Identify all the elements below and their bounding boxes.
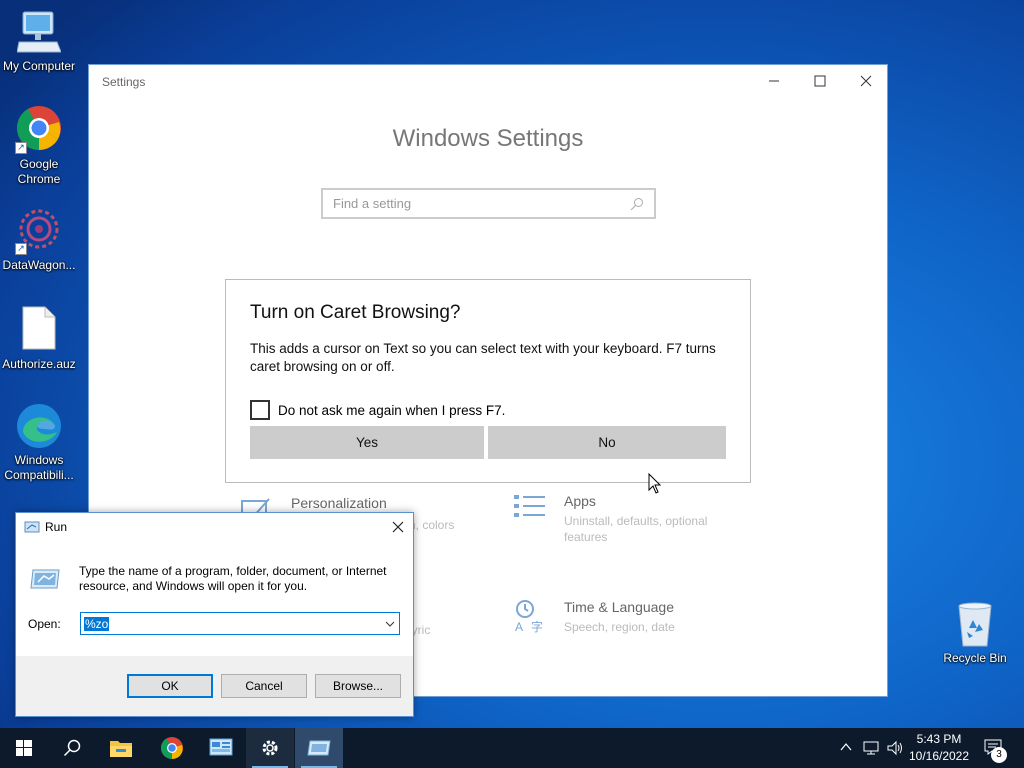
clock-date: 10/16/2022: [908, 749, 970, 763]
tile-title: Time & Language: [564, 599, 674, 615]
cancel-button[interactable]: Cancel: [221, 674, 307, 698]
computer-icon: [17, 11, 61, 53]
close-icon: [860, 75, 872, 87]
tile-title: Apps: [564, 493, 596, 509]
no-button[interactable]: No: [488, 426, 726, 459]
run-title: Run: [45, 520, 68, 534]
maximize-icon: [814, 75, 826, 87]
chevron-down-icon[interactable]: [385, 620, 395, 628]
chrome-icon: [161, 737, 183, 759]
settings-window-title: Settings: [102, 75, 146, 89]
minimize-button[interactable]: [751, 65, 797, 97]
open-input-value[interactable]: %zo: [84, 616, 110, 631]
volume-icon[interactable]: [886, 740, 904, 756]
desktop-icon-google-chrome[interactable]: ↗ Google Chrome: [0, 104, 78, 187]
shortcut-arrow-icon: ↗: [15, 243, 27, 255]
desktop-icon-windows-compatibility[interactable]: Windows Compatibili...: [0, 402, 78, 483]
page-title: Windows Settings: [392, 125, 584, 152]
file-icon: [22, 306, 56, 350]
settings-gear-icon: [262, 740, 278, 756]
file-explorer-icon: [110, 741, 132, 757]
tile-subtitle: Speech, region, date: [564, 620, 675, 634]
open-combobox[interactable]: %zo: [80, 612, 400, 635]
notification-badge: 3: [991, 747, 1007, 763]
tile-subtitle-fragment: n, colors: [409, 518, 455, 532]
browse-button[interactable]: Browse...: [315, 674, 401, 698]
desktop-icon-label: DataWagon...: [2, 258, 76, 272]
search-icon: [630, 197, 643, 210]
desktop-icon-label: Recycle Bin: [943, 651, 1007, 665]
ok-button[interactable]: OK: [127, 674, 213, 698]
time-language-icon: A 字: [515, 600, 543, 633]
run-dialog: Run Type the name of a program, folder, …: [15, 512, 414, 717]
taskbar-run[interactable]: [295, 728, 343, 768]
taskbar: 5:43 PM 10/16/2022 3: [0, 728, 1024, 768]
mouse-cursor-icon: [648, 473, 662, 494]
tile-title: Personalization: [291, 495, 387, 511]
desktop-icon-label: Windows Compatibili...: [4, 453, 74, 482]
minimize-icon: [769, 80, 779, 82]
open-label: Open:: [28, 617, 61, 631]
run-title-bar[interactable]: Run: [16, 513, 413, 541]
windows-logo-icon: [16, 740, 32, 756]
close-icon[interactable]: [392, 521, 404, 533]
run-icon: [307, 740, 331, 756]
run-icon: [24, 521, 40, 533]
svg-text:A: A: [515, 620, 523, 633]
control-panel-icon: [209, 738, 233, 756]
desktop-icon-authorize[interactable]: Authorize.auz: [0, 305, 78, 372]
checkbox-box[interactable]: [250, 400, 270, 420]
clock-time: 5:43 PM: [916, 732, 962, 746]
dialog-title: Turn on Caret Browsing?: [250, 302, 461, 323]
settings-tile-apps[interactable]: Apps Uninstall, defaults, optional featu…: [513, 493, 724, 545]
desktop-icon-label: Authorize.auz: [2, 357, 76, 371]
dialog-message: This adds a cursor on Text so you can se…: [250, 341, 716, 374]
chevron-up-icon[interactable]: [840, 742, 852, 752]
edge-icon: [17, 404, 61, 448]
clock[interactable]: 5:43 PM 10/16/2022: [906, 731, 972, 765]
maximize-button[interactable]: [797, 65, 843, 97]
settings-tile-time-language[interactable]: A 字 Time & Language Speech, region, date: [513, 599, 744, 635]
search-placeholder: Find a setting: [333, 196, 412, 211]
svg-text:字: 字: [531, 619, 543, 633]
taskbar-chrome[interactable]: [148, 728, 196, 768]
network-icon[interactable]: [862, 740, 880, 756]
search-button[interactable]: [48, 728, 96, 768]
taskbar-control-panel[interactable]: [197, 728, 245, 768]
recycle-bin-icon: [958, 602, 992, 647]
shortcut-arrow-icon: ↗: [15, 142, 27, 154]
desktop-icon-label: My Computer: [2, 59, 76, 73]
run-program-icon: [30, 569, 60, 589]
start-button[interactable]: [0, 728, 48, 768]
caret-browsing-dialog: Turn on Caret Browsing? This adds a curs…: [225, 279, 751, 483]
yes-button[interactable]: Yes: [250, 426, 484, 459]
desktop-icon-datawagon[interactable]: ↗ DataWagon...: [0, 205, 78, 273]
run-description: Type the name of a program, folder, docu…: [79, 564, 387, 593]
apps-icon: [514, 495, 545, 517]
taskbar-file-explorer[interactable]: [97, 728, 145, 768]
dont-ask-again-checkbox[interactable]: Do not ask me again when I press F7.: [250, 400, 505, 420]
close-button[interactable]: [843, 65, 889, 97]
taskbar-settings[interactable]: [246, 728, 294, 768]
settings-search-input[interactable]: Find a setting: [321, 188, 656, 219]
desktop-icon-my-computer[interactable]: My Computer: [0, 10, 78, 74]
notification-center-button[interactable]: 3: [980, 728, 1020, 768]
tile-subtitle: Uninstall, defaults, optional features: [564, 514, 708, 544]
desktop-icon-recycle-bin[interactable]: Recycle Bin: [936, 600, 1014, 666]
checkbox-label: Do not ask me again when I press F7.: [278, 402, 506, 418]
desktop-icon-label: Google Chrome: [17, 157, 61, 186]
search-icon: [63, 739, 81, 757]
